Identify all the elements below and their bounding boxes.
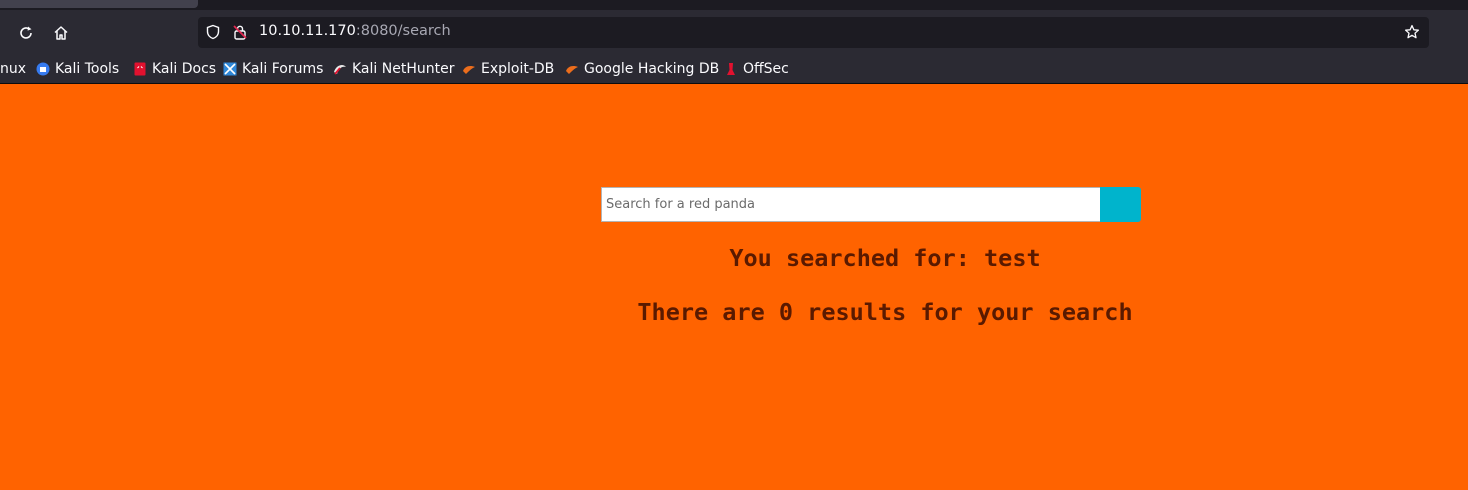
tab-strip [0,0,1468,10]
bookmark-star-icon[interactable] [1404,24,1420,40]
bookmark-kali-linux[interactable]: nux [0,59,26,79]
bookmarks-toolbar: nux Kali Tools Kali Docs Kali Forums Kal… [0,55,1468,84]
page-content: You searched for: test There are 0 resul… [0,84,1468,490]
bookmark-google-hacking-db[interactable]: Google Hacking DB [565,59,719,79]
home-icon [54,26,68,40]
url-host: 10.10.11.170 [259,23,356,39]
kali-tools-icon [36,62,50,76]
bookmark-label: Google Hacking DB [584,61,720,77]
insecure-lock-icon[interactable] [232,24,248,40]
bookmark-kali-tools[interactable]: Kali Tools [36,59,119,79]
exploit-db-icon [463,66,475,74]
url-path: :8080/search [355,23,451,39]
bookmark-kali-nethunter[interactable]: Kali NetHunter [333,59,454,79]
bookmark-label: Kali Docs [152,61,217,77]
bookmark-offsec[interactable]: OffSec [724,59,789,79]
url-text[interactable]: 10.10.11.170:8080/search [259,23,451,39]
kali-nethunter-icon [334,64,346,75]
address-bar[interactable]: 10.10.11.170:8080/search [198,17,1429,48]
reload-button[interactable] [11,20,41,46]
search-input[interactable] [601,187,1101,222]
bookmark-label: nux [0,61,27,77]
search-button[interactable] [1100,187,1141,222]
bookmark-kali-docs[interactable]: Kali Docs [133,59,216,79]
bookmark-label: Kali Tools [55,61,120,77]
offsec-icon [727,63,735,75]
bookmark-kali-forums[interactable]: Kali Forums [223,59,323,79]
bookmark-label: OffSec [743,61,789,77]
browser-tab[interactable] [0,0,198,8]
bookmark-exploit-db[interactable]: Exploit-DB [462,59,554,79]
bookmark-label: Kali NetHunter [352,61,455,77]
reload-icon [20,26,32,39]
navigation-toolbar: 10.10.11.170:8080/search [0,10,1468,55]
ghdb-icon [566,66,578,74]
searched-for-text: You searched for: test [729,244,1041,272]
home-button[interactable] [46,20,76,46]
kali-docs-icon [134,62,146,76]
bookmark-label: Exploit-DB [481,61,555,77]
bookmark-label: Kali Forums [242,61,324,77]
tracking-protection-shield-icon[interactable] [205,24,221,40]
kali-forums-icon [223,62,237,76]
results-count-text: There are 0 results for your search [637,298,1133,326]
